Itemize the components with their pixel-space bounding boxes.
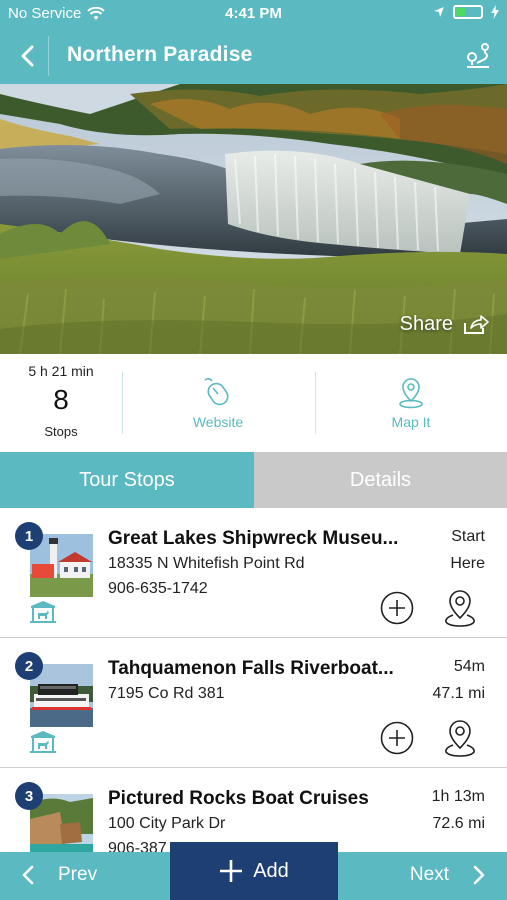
chevron-right-icon: [473, 865, 485, 885]
chevron-left-icon: [21, 45, 34, 67]
next-button[interactable]: Next: [410, 864, 485, 886]
website-label: Website: [192, 414, 244, 430]
list-item[interactable]: 3 Pictured Rocks Boat Cruises 100 City P…: [0, 768, 507, 852]
add-label: Add: [253, 859, 289, 882]
stop-name: Pictured Rocks Boat Cruises: [108, 788, 369, 809]
chevron-left-icon: [22, 865, 34, 885]
add-circle-icon[interactable]: [380, 591, 414, 625]
stop-address: 100 City Park Dr: [108, 815, 226, 832]
stop-phone[interactable]: 906-387: [108, 840, 167, 852]
next-label: Next: [409, 864, 449, 885]
stop-number-badge: 2: [15, 652, 43, 680]
hero-image: Share: [0, 84, 507, 354]
map-it-link[interactable]: Map It: [316, 376, 506, 430]
list-item[interactable]: 2 Tahquamenon Falls Riverboat... 7195 Co…: [0, 638, 507, 768]
prev-button[interactable]: Prev: [22, 864, 97, 886]
charging-bolt-icon: [491, 5, 499, 19]
plus-icon: [220, 860, 243, 882]
clock: 4:41 PM: [225, 5, 282, 22]
stop-address: 7195 Co Rd 381: [108, 685, 225, 702]
stop-time: 54m: [453, 658, 485, 675]
stop-count: 8: [53, 384, 69, 415]
route-map-button[interactable]: [463, 41, 493, 71]
prev-label: Prev: [58, 864, 98, 885]
stop-number-badge: 3: [15, 782, 43, 810]
stop-name: Great Lakes Shipwreck Museu...: [108, 528, 399, 549]
tour-stop-list: 1 Great Lakes Shipwreck Museu... 18335 N…: [0, 508, 507, 852]
map-pin-icon: [399, 378, 423, 409]
add-circle-icon[interactable]: [380, 721, 414, 755]
location-arrow-icon: [434, 7, 444, 17]
back-button[interactable]: [12, 40, 42, 72]
header-divider: [48, 36, 49, 76]
status-bar: No Service 4:41 PM: [0, 0, 507, 28]
stops-label: Stops: [44, 424, 78, 439]
share-icon: [464, 314, 489, 334]
list-item[interactable]: 1 Great Lakes Shipwreck Museu... 18335 N…: [0, 508, 507, 638]
tour-duration: 5 h 21 min: [28, 363, 94, 379]
mouse-pointer-icon: [204, 377, 229, 406]
stop-distance: Here: [450, 555, 485, 572]
map-it-label: Map It: [391, 414, 431, 430]
status-right: [433, 5, 499, 19]
tab-details[interactable]: Details: [254, 452, 507, 508]
tour-summary: 5 h 21 min 8 Stops Website Map It: [0, 354, 507, 452]
stop-distance: 72.6 mi: [432, 815, 485, 832]
route-map-icon: [467, 43, 489, 68]
stop-address: 18335 N Whitefish Point Rd: [108, 555, 305, 572]
stop-time: Start: [451, 528, 485, 545]
share-label: Share: [399, 313, 453, 335]
stop-time: 1h 13m: [431, 788, 485, 805]
nav-header: Northern Paradise: [0, 28, 507, 84]
stop-name: Tahquamenon Falls Riverboat...: [108, 658, 394, 679]
stop-number-badge: 1: [15, 522, 43, 550]
battery-icon: [453, 5, 483, 19]
add-button[interactable]: Add: [170, 842, 338, 900]
tab-bar: Tour Stops Details: [0, 452, 507, 508]
map-pin-icon[interactable]: [443, 718, 477, 758]
stop-distance: 47.1 mi: [432, 685, 485, 702]
attraction-category-icon: [30, 601, 56, 623]
website-link[interactable]: Website: [123, 376, 313, 430]
map-pin-icon[interactable]: [443, 588, 477, 628]
attraction-category-icon: [30, 731, 56, 753]
tab-tour-stops[interactable]: Tour Stops: [0, 452, 254, 508]
page-title: Northern Paradise: [67, 43, 253, 66]
share-button[interactable]: Share: [400, 313, 489, 336]
stop-phone[interactable]: 906-635-1742: [108, 580, 208, 598]
